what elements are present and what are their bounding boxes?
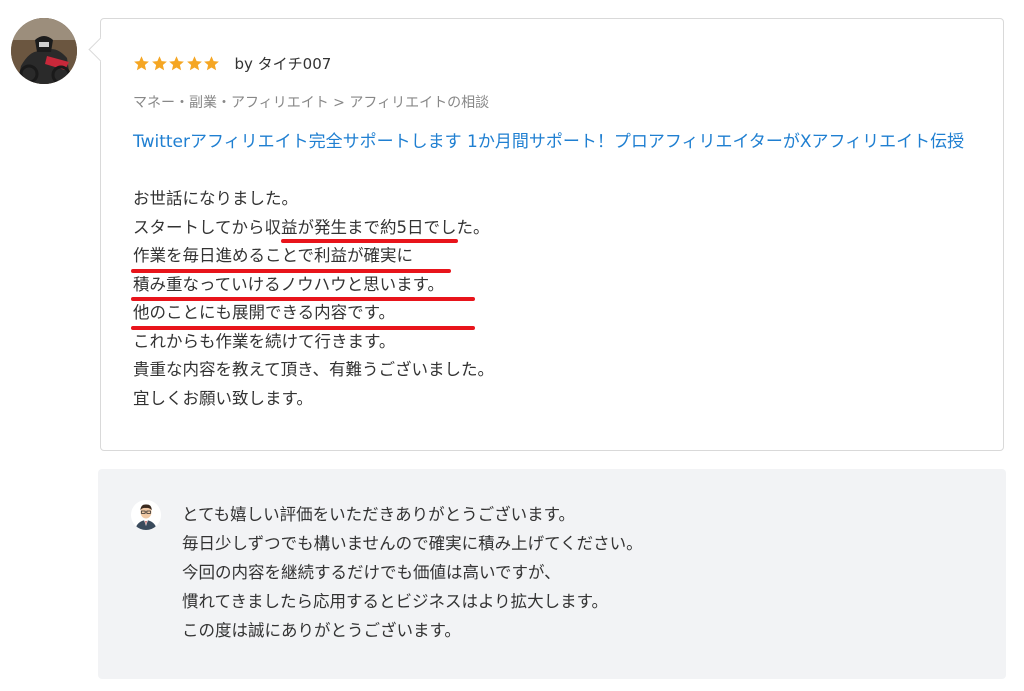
- highlight-underline: [131, 297, 475, 301]
- seller-reply-card: とても嬉しい評価をいただきありがとうございます。 毎日少しずつでも構いませんので…: [98, 469, 1006, 679]
- star-icon: [151, 55, 167, 70]
- review-line: 他のことにも展開できる内容です。: [133, 303, 396, 322]
- reply-line: 慣れてきましたら応用するとビジネスはより拡大します。: [182, 592, 609, 611]
- highlight-underline: [281, 239, 458, 243]
- reply-line: この度は誠にありがとうございます。: [182, 621, 461, 640]
- reply-line: 今回の内容を継続するだけでも価値は高いですが、: [182, 563, 561, 582]
- review-line: 作業を毎日進めることで利益が確実に: [133, 246, 414, 265]
- reviewer-name[interactable]: by タイチ007: [235, 53, 332, 74]
- review-card: by タイチ007 マネー・副業・アフィリエイト > アフィリエイトの相談 Tw…: [88, 18, 1004, 451]
- rating-row: by タイチ007: [133, 51, 331, 75]
- service-title-link[interactable]: Twitterアフィリエイト完全サポートします 1か月間サポート！プロアフィリエ…: [133, 129, 973, 156]
- seller-avatar[interactable]: [131, 500, 161, 530]
- breadcrumb: マネー・副業・アフィリエイト > アフィリエイトの相談: [133, 95, 490, 111]
- star-icon: [204, 55, 219, 70]
- review-line: これからも作業を続けて行きます。: [133, 331, 396, 351]
- review-line: お世話になりました。: [133, 189, 298, 208]
- review-line: 貴重な内容を教えて頂き、有難うございました。: [133, 360, 495, 379]
- star-icon: [186, 55, 202, 70]
- highlight-underline: [131, 326, 475, 330]
- review-line: 積み重なっていけるノウハウと思います。: [133, 274, 445, 294]
- reviewer-avatar[interactable]: [11, 18, 77, 84]
- reply-line: とても嬉しい評価をいただきありがとうございます。: [182, 505, 576, 524]
- star-rating: [133, 55, 221, 72]
- speech-bubble-notch: [88, 37, 113, 62]
- review-line: 宜しくお願い致します。: [133, 388, 313, 408]
- star-icon: [169, 55, 184, 70]
- reply-line: 毎日少しずつでも構いませんので確実に積み上げてください。: [182, 534, 643, 553]
- review-line: スタートしてから収益が発生まで約5日でした。: [133, 217, 490, 237]
- reply-text: とても嬉しい評価をいただきありがとうございます。 毎日少しずつでも構いませんので…: [182, 500, 962, 645]
- star-icon: [134, 55, 149, 70]
- highlight-underline: [131, 269, 451, 273]
